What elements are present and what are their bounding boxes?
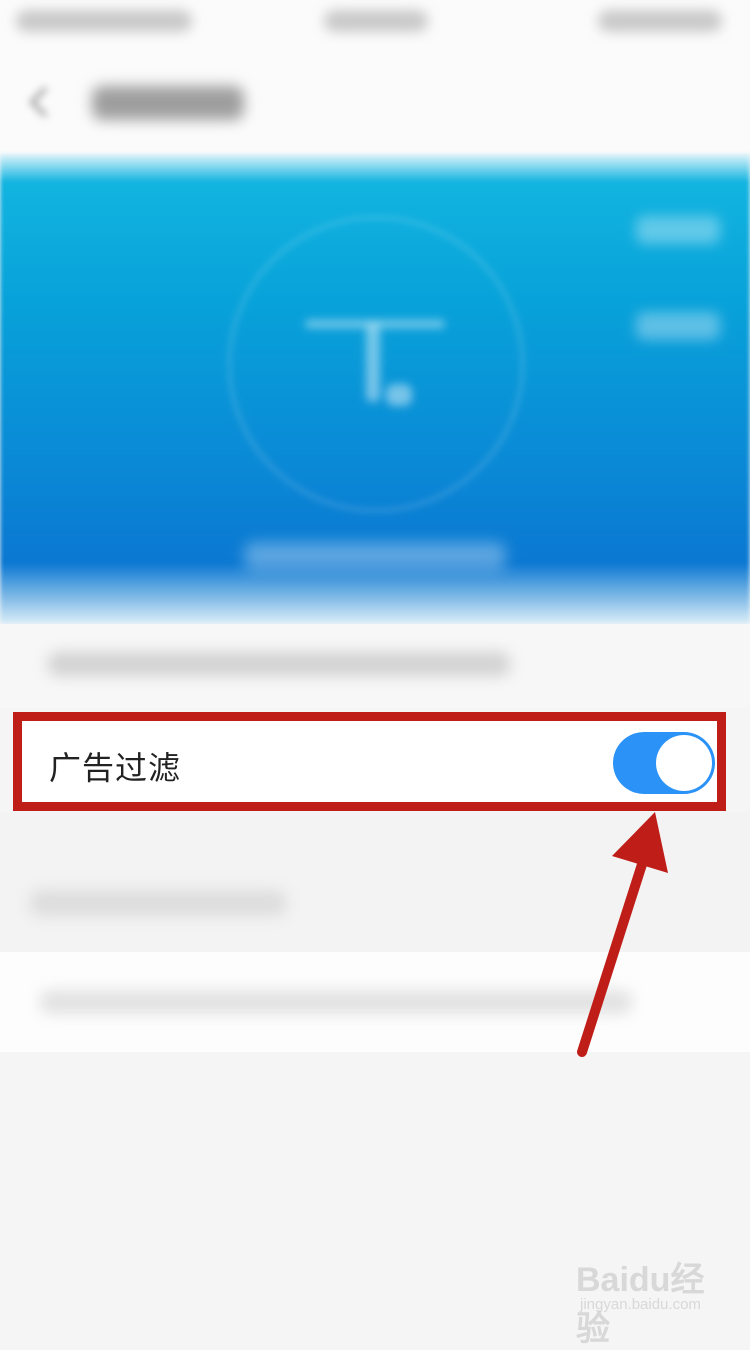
description-row [0,952,750,1052]
info-text-blurred [48,652,510,676]
hero-side-stat-2 [636,312,720,340]
section-header-blurred [30,890,286,916]
status-bar [0,0,750,44]
page-title-blurred [92,86,244,120]
watermark: Baidu经验 jingyan.baidu.com [570,1248,730,1348]
gauge-center-dot [386,384,412,406]
ad-filter-label: 广告过滤 [49,749,182,787]
hero-caption-blurred [244,542,506,570]
watermark-url: jingyan.baidu.com [580,1296,701,1313]
info-strip [0,624,750,708]
ad-filter-toggle[interactable] [613,732,715,794]
toggle-knob [656,735,712,791]
description-text-blurred [40,990,632,1014]
section-gap [0,812,750,952]
hero-banner [0,154,750,624]
status-time-blur [324,10,428,32]
hero-side-stat-1 [636,216,720,244]
status-battery-blur [598,10,722,32]
gauge-center-stem [366,324,380,402]
nav-bar [0,44,750,154]
status-carrier-blur [16,10,192,32]
back-arrow-icon[interactable] [22,84,58,120]
ad-filter-setting-row: 广告过滤 [13,712,726,811]
